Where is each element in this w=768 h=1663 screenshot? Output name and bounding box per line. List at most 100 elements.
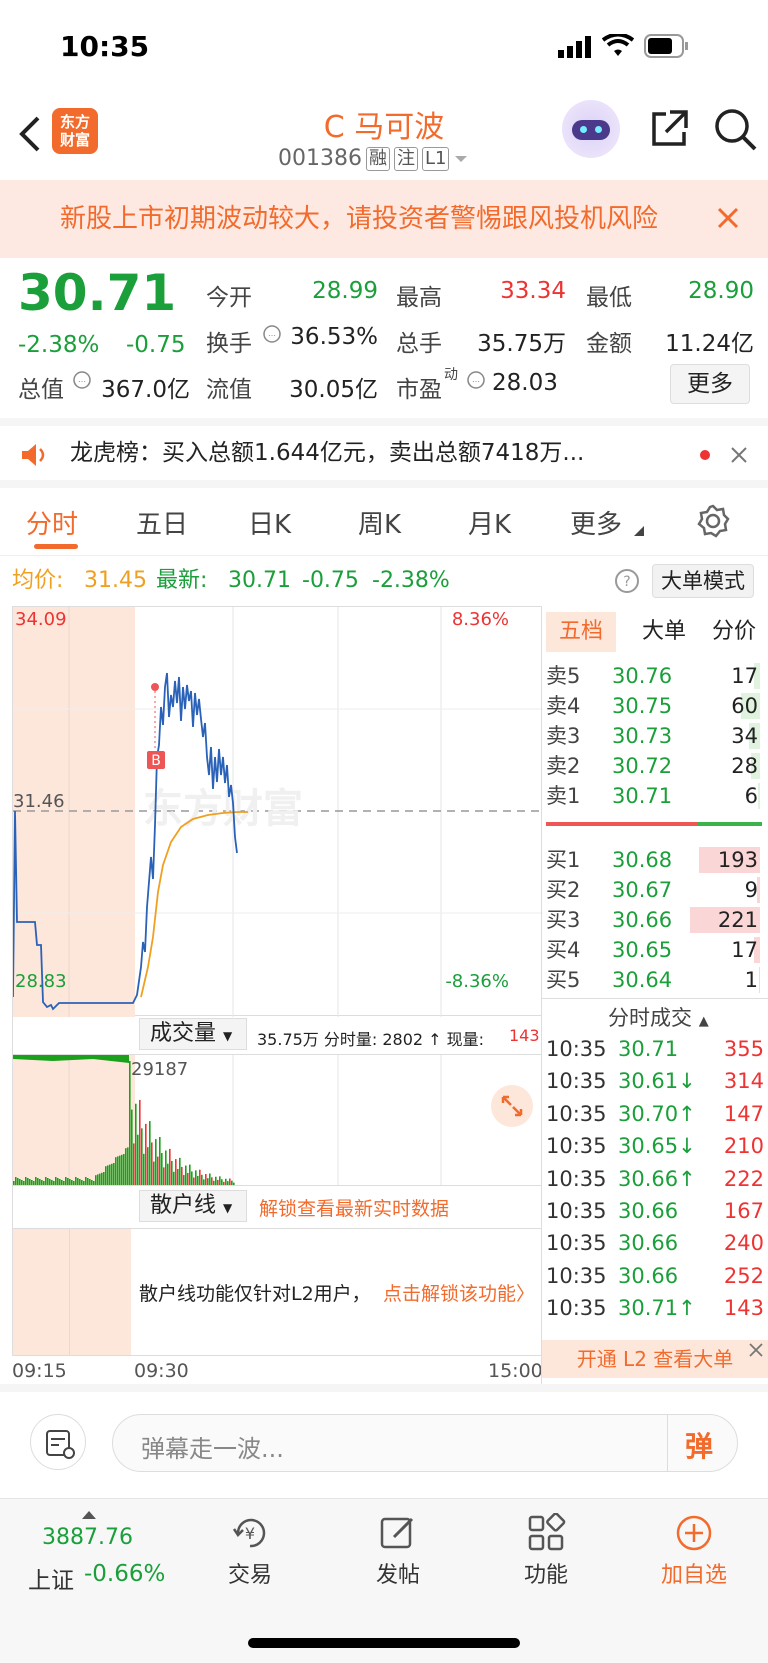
volume-bar bbox=[45, 1177, 47, 1185]
search-icon[interactable] bbox=[714, 108, 758, 152]
latest-change: -0.75 bbox=[302, 568, 359, 593]
volume-bar bbox=[53, 1181, 55, 1185]
tab-month-k[interactable]: 月K bbox=[468, 504, 511, 541]
volume-bar bbox=[223, 1181, 225, 1185]
features-icon[interactable] bbox=[526, 1513, 566, 1553]
close-icon[interactable] bbox=[730, 446, 748, 464]
volume-chart[interactable]: 29187 bbox=[12, 1054, 542, 1186]
info-dots-icon[interactable]: … bbox=[466, 370, 486, 390]
volume-bar bbox=[43, 1181, 45, 1185]
danmaku-settings-button[interactable] bbox=[30, 1414, 86, 1470]
large-order-mode-button[interactable]: 大单模式 bbox=[652, 564, 754, 598]
volume-bar bbox=[183, 1175, 185, 1185]
sell-price: 30.73 bbox=[612, 724, 673, 748]
share-icon[interactable] bbox=[648, 108, 690, 150]
tab-five-day[interactable]: 五日 bbox=[136, 504, 188, 541]
add-watchlist-icon[interactable] bbox=[674, 1513, 714, 1553]
trade-volume: 167 bbox=[723, 1199, 764, 1223]
trade-icon[interactable]: ¥ bbox=[230, 1513, 270, 1553]
trade-row: 10:35 30.66 167 bbox=[542, 1194, 768, 1228]
volume-bar bbox=[85, 1177, 87, 1185]
more-button[interactable]: 更多 bbox=[670, 364, 750, 404]
nav-features[interactable]: 功能 bbox=[496, 1557, 596, 1589]
tab-intraday[interactable]: 分时 bbox=[26, 504, 78, 541]
book-tab-five[interactable]: 五档 bbox=[546, 612, 616, 652]
volume-bar bbox=[99, 1173, 101, 1185]
volume-bar bbox=[209, 1173, 211, 1185]
trades-title[interactable]: 分时成交 ▲ bbox=[608, 1002, 709, 1032]
trade-volume: 222 bbox=[723, 1166, 764, 1191]
danmaku-send-button[interactable]: 弹 bbox=[685, 1425, 713, 1465]
dragon-tiger-notice[interactable]: 龙虎榜：买入总额1.644亿元，卖出总额7418万... bbox=[0, 418, 768, 488]
post-icon[interactable] bbox=[378, 1513, 418, 1553]
sell-price: 30.72 bbox=[612, 754, 673, 778]
volume-bar bbox=[197, 1175, 199, 1185]
unread-dot bbox=[700, 450, 710, 460]
open-value: 28.99 bbox=[312, 278, 378, 304]
buy-row: 买4 30.65 17 bbox=[542, 934, 764, 966]
trade-row: 10:35 30.71↑ 143 bbox=[542, 1291, 768, 1325]
expand-button[interactable] bbox=[491, 1085, 533, 1127]
nav-add-watchlist[interactable]: 加自选 bbox=[644, 1557, 744, 1589]
volume-bar bbox=[227, 1181, 229, 1185]
latest-pct: -2.38% bbox=[372, 568, 450, 593]
volume-bar bbox=[171, 1160, 173, 1185]
danmaku-input[interactable]: 弹幕走一波... 弹 bbox=[112, 1414, 738, 1472]
volume-bar bbox=[113, 1163, 115, 1185]
amount-value: 11.24亿 bbox=[665, 331, 754, 357]
tab-more[interactable]: 更多 bbox=[570, 504, 622, 541]
close-icon[interactable] bbox=[716, 206, 740, 230]
retail-line-selector[interactable]: 散户线 ▼ bbox=[139, 1190, 247, 1222]
buy-level: 买5 bbox=[546, 968, 581, 992]
high-label: 最高 bbox=[396, 285, 442, 311]
volume-bar bbox=[93, 1181, 95, 1185]
unlock-realtime-link[interactable]: 解锁查看最新实时数据 bbox=[259, 1194, 449, 1221]
index-value[interactable]: 3887.76 bbox=[42, 1525, 133, 1550]
time-close: 15:00 bbox=[488, 1360, 543, 1382]
open-l2-banner[interactable]: 开通 L2 查看大单 bbox=[542, 1340, 768, 1378]
expand-up-icon[interactable] bbox=[82, 1509, 96, 1519]
buy-row: 买3 30.66 221 bbox=[542, 904, 764, 936]
close-icon[interactable] bbox=[748, 1342, 764, 1358]
sell-price: 30.71 bbox=[612, 784, 673, 808]
intraday-chart[interactable]: 东方财富 B 34.09 31.46 28.83 8.36% -8.36% bbox=[12, 606, 543, 1017]
volume-bar bbox=[145, 1123, 147, 1185]
trade-price: 30.70↑ bbox=[618, 1101, 696, 1126]
trade-volume: 252 bbox=[723, 1263, 764, 1288]
sell-volume: 34 bbox=[731, 724, 758, 748]
unlock-feature-link[interactable]: 点击解锁该功能〉 bbox=[383, 1279, 535, 1306]
sell-volume: 60 bbox=[731, 694, 758, 718]
book-tab-large[interactable]: 大单 bbox=[634, 612, 694, 652]
dropdown-icon[interactable] bbox=[453, 154, 469, 164]
trade-time: 10:35 bbox=[546, 1296, 607, 1321]
info-dots-icon[interactable]: … bbox=[72, 370, 92, 390]
tab-week-k[interactable]: 周K bbox=[358, 504, 401, 541]
avg-label: 均价: bbox=[12, 568, 64, 593]
danmaku-placeholder: 弹幕走一波... bbox=[141, 1435, 284, 1463]
volume-bar bbox=[229, 1178, 231, 1185]
volume-bar bbox=[173, 1171, 175, 1185]
volume-bar bbox=[219, 1176, 221, 1185]
volume-bar bbox=[25, 1177, 27, 1185]
volume-bar bbox=[29, 1179, 31, 1185]
turnover-value: 36.53% bbox=[290, 324, 378, 350]
volume-bar bbox=[181, 1166, 183, 1185]
nav-trade[interactable]: 交易 bbox=[200, 1557, 300, 1589]
svg-text:?: ? bbox=[623, 574, 630, 590]
book-tab-price[interactable]: 分价 bbox=[704, 612, 764, 652]
assistant-avatar[interactable] bbox=[562, 100, 620, 158]
volume-selector[interactable]: 成交量 ▼ bbox=[139, 1018, 247, 1050]
trade-time: 10:35 bbox=[546, 1263, 607, 1288]
help-icon[interactable]: ? bbox=[614, 568, 640, 594]
volume-bar bbox=[161, 1152, 163, 1185]
info-dots-icon[interactable]: … bbox=[262, 324, 282, 344]
trade-time: 10:35 bbox=[546, 1069, 607, 1094]
settings-icon[interactable] bbox=[696, 504, 730, 538]
nav-post[interactable]: 发帖 bbox=[348, 1557, 448, 1589]
volume-bar bbox=[191, 1171, 193, 1185]
volume-bar bbox=[233, 1182, 235, 1185]
trade-time: 10:35 bbox=[546, 1101, 607, 1126]
tab-day-k[interactable]: 日K bbox=[248, 504, 291, 541]
volume-bar bbox=[149, 1121, 151, 1185]
volume-bar bbox=[157, 1156, 159, 1185]
